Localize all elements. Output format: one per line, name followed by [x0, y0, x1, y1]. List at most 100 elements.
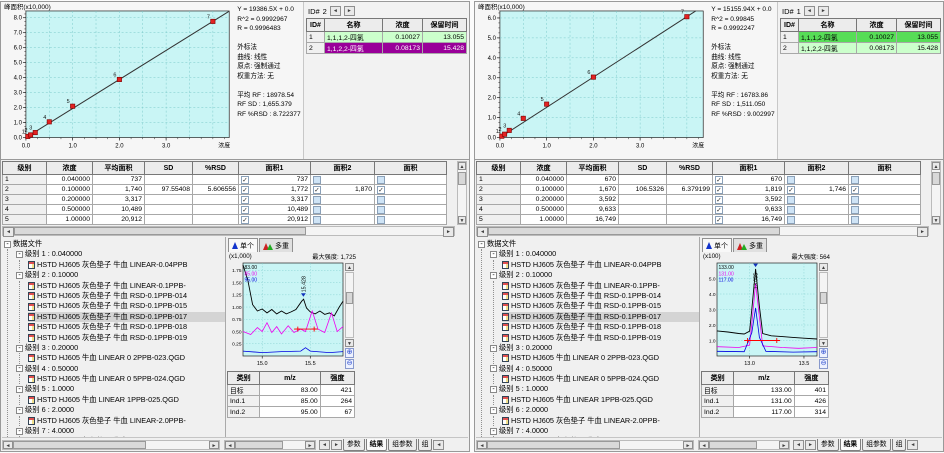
scroll-down-button[interactable]: [819, 339, 828, 347]
tree-group[interactable]: 级别 5 : 1.0000: [490, 384, 699, 394]
scroll-left-button[interactable]: [3, 227, 14, 237]
tab-4[interactable]: 组: [892, 439, 907, 451]
level-table-horizontal-scrollbar[interactable]: [476, 226, 929, 236]
area-checkbox[interactable]: [313, 216, 321, 224]
area-checkbox[interactable]: [241, 216, 249, 224]
level-table-vertical-scrollbar[interactable]: [457, 161, 467, 225]
scrollbar-thumb[interactable]: [458, 172, 466, 185]
scroll-right-button[interactable]: [443, 227, 454, 237]
level-table-vertical-scrollbar[interactable]: [931, 161, 941, 225]
tree-file[interactable]: HSTD HJ605 灰色垫子 牛血 RSD-0.1PPB-014: [28, 291, 225, 301]
area-checkbox[interactable]: [313, 196, 321, 204]
scroll-left-button[interactable]: [907, 440, 918, 450]
area-checkbox[interactable]: [241, 196, 249, 204]
mz-row[interactable]: Ind.185.00264: [228, 396, 355, 407]
level-row[interactable]: 40.50000010,48910,489: [3, 205, 447, 215]
zoom-in-icon[interactable]: [819, 348, 828, 358]
scrollbar-track[interactable]: [345, 272, 354, 338]
level-row[interactable]: 20.1000001,670106.53266.3791991,8191,746: [477, 185, 921, 195]
level-row[interactable]: 10.040000670670: [477, 175, 921, 185]
collapse-icon[interactable]: [490, 386, 497, 393]
tree-file[interactable]: HSTD HJ605 牛血 LINEAR 1PPB-025.QGD: [502, 395, 699, 405]
area-checkbox[interactable]: [715, 206, 723, 214]
area-checkbox[interactable]: [313, 206, 321, 214]
calibration-curve-plot[interactable]: 0.01.02.03.04.05.06.00.01.02.03.0峰面积(x10…: [475, 2, 708, 158]
tree-file[interactable]: HSTD HJ605 牛血 LINEAR 0 2PPB-023.QGD: [502, 353, 699, 363]
next-compound-button[interactable]: [344, 6, 355, 16]
prev-compound-button[interactable]: [804, 6, 815, 16]
scroll-left-button[interactable]: [433, 440, 444, 450]
scrollbar-thumb[interactable]: [346, 292, 353, 304]
tab-2[interactable]: 结果: [840, 439, 862, 451]
chromatogram-horizontal-scrollbar[interactable]: [224, 440, 316, 450]
collapse-icon[interactable]: [16, 428, 23, 435]
tree-group[interactable]: 级别 7 : 4.0000: [16, 426, 225, 436]
collapse-icon[interactable]: [490, 407, 497, 414]
tab-3[interactable]: 组参数: [388, 439, 416, 451]
scrollbar-track[interactable]: [487, 441, 683, 449]
scroll-down-button[interactable]: [345, 339, 354, 347]
collapse-icon[interactable]: [490, 428, 497, 435]
scrollbar-thumb[interactable]: [14, 227, 306, 235]
area-checkbox[interactable]: [851, 186, 859, 194]
zoom-in-icon[interactable]: [345, 348, 354, 358]
collapse-icon[interactable]: [16, 386, 23, 393]
level-row[interactable]: 51.0000016,74916,749: [477, 215, 921, 225]
compound-row[interactable]: 21,1,2,2-四氯0.0817315.428: [781, 43, 941, 54]
tree-file[interactable]: HSTD HJ605 灰色垫子 牛血 RSD-0.1PPB-018: [28, 322, 225, 332]
area-checkbox[interactable]: [787, 196, 795, 204]
tree-group[interactable]: 级别 3 : 0.20000: [490, 343, 699, 353]
scrollbar-track[interactable]: [14, 227, 443, 235]
tree-horizontal-scrollbar[interactable]: [476, 440, 694, 450]
collapse-icon[interactable]: [4, 241, 11, 248]
tab-scroll-right-button[interactable]: [331, 440, 342, 450]
level-row[interactable]: 30.2000003,3173,317: [3, 195, 447, 205]
tab-1[interactable]: 参数: [343, 439, 365, 451]
level-row[interactable]: 40.5000009,6339,633: [477, 205, 921, 215]
tree-group[interactable]: 级别 2 : 0.10000: [490, 270, 699, 280]
single-view-tab[interactable]: 单个: [702, 238, 732, 252]
mz-row[interactable]: Ind.2117.00314: [702, 407, 829, 418]
level-row[interactable]: 30.2000003,5923,592: [477, 195, 921, 205]
collapse-icon[interactable]: [16, 345, 23, 352]
level-table-horizontal-scrollbar[interactable]: [2, 226, 455, 236]
multi-view-tab[interactable]: 多重: [733, 238, 767, 252]
mz-row[interactable]: Ind.295.0067: [228, 407, 355, 418]
compound-row[interactable]: 11,1,1,2-四氯0.1002713.055: [781, 32, 941, 43]
area-checkbox[interactable]: [715, 186, 723, 194]
tree-file[interactable]: HSTD HJ605 灰色垫子 牛血 LINEAR-0.04PPB: [502, 260, 699, 270]
tree-horizontal-scrollbar[interactable]: [2, 440, 220, 450]
tree-file[interactable]: HSTD HJ605 灰色垫子 牛血 RSD-0.1PPB-015: [502, 301, 699, 311]
scroll-left-button[interactable]: [477, 441, 487, 449]
scroll-right-button[interactable]: [305, 441, 315, 449]
scrollbar-thumb[interactable]: [13, 441, 146, 449]
chromatogram-horizontal-scrollbar[interactable]: [698, 440, 790, 450]
area-checkbox[interactable]: [377, 206, 385, 214]
area-checkbox[interactable]: [377, 176, 385, 184]
tree-file[interactable]: HSTD HJ605 灰色垫子 牛血 RSD-0.1PPB-018: [502, 322, 699, 332]
tree-file[interactable]: HSTD HJ605 灰色垫子 牛血 RSD-0.1PPB-014: [502, 291, 699, 301]
area-checkbox[interactable]: [313, 186, 321, 194]
scrollbar-track[interactable]: [709, 441, 779, 449]
tree-group[interactable]: 级别 7 : 4.0000: [490, 426, 699, 436]
area-checkbox[interactable]: [715, 176, 723, 184]
zoom-out-icon[interactable]: [819, 359, 828, 369]
tree-group[interactable]: 级别 2 : 0.10000: [16, 270, 225, 280]
tree-file[interactable]: HSTD HJ605 灰色垫子 牛血 LINEAR-0.04PPB: [28, 260, 225, 270]
collapse-icon[interactable]: [490, 272, 497, 279]
collapse-icon[interactable]: [490, 365, 497, 372]
tree-group[interactable]: 级别 1 : 0.040000: [490, 249, 699, 259]
collapse-icon[interactable]: [490, 251, 497, 258]
tree-group[interactable]: 级别 3 : 0.20000: [16, 343, 225, 353]
area-checkbox[interactable]: [787, 206, 795, 214]
area-checkbox[interactable]: [787, 186, 795, 194]
scroll-right-button[interactable]: [779, 441, 789, 449]
area-checkbox[interactable]: [377, 186, 385, 194]
tree-file[interactable]: HSTD HJ605 灰色垫子 牛血 LINEAR-0.1PPB-: [502, 281, 699, 291]
scrollbar-track[interactable]: [458, 170, 466, 216]
scrollbar-thumb[interactable]: [488, 227, 780, 235]
tree-file[interactable]: HSTD HJ605 灰色垫子 牛血 RSD-0.1PPB-015: [28, 301, 225, 311]
tree-group[interactable]: 级别 4 : 0.50000: [490, 364, 699, 374]
scrollbar-track[interactable]: [819, 272, 828, 338]
tab-scroll-right-button[interactable]: [805, 440, 816, 450]
